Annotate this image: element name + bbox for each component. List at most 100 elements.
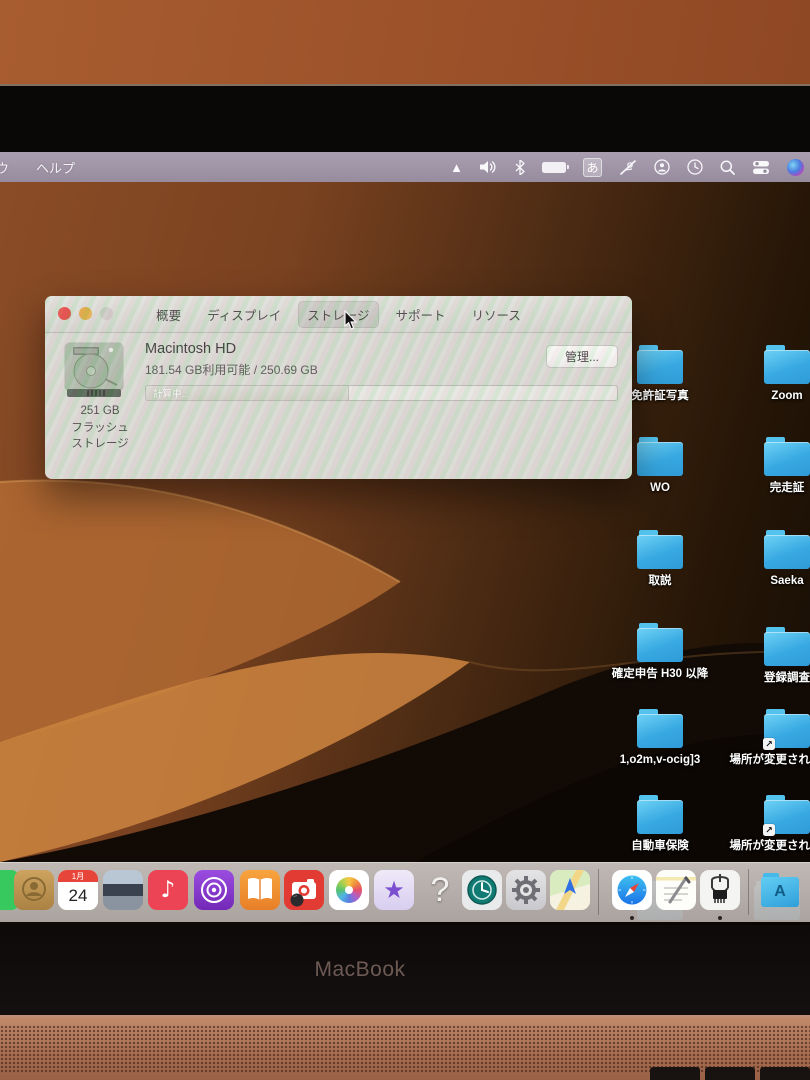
dock-separator [598, 869, 599, 915]
input-source-icon[interactable]: あ [583, 158, 602, 177]
desktop-folder[interactable]: 取説 [595, 535, 725, 589]
folder-icon [637, 350, 683, 384]
macbook-screen: ウ ヘルプ ▲ あ [0, 152, 810, 925]
contacts-icon[interactable] [14, 870, 54, 910]
toggles-icon[interactable] [752, 160, 770, 175]
podcasts-icon[interactable] [194, 870, 234, 910]
macbook-top-bezel [0, 84, 810, 152]
desktop-folder-alias[interactable]: ↗ 場所が変更された項目 [712, 800, 810, 854]
triangle-icon[interactable]: ▲ [450, 160, 463, 175]
tab-support[interactable]: サポート [387, 301, 455, 328]
photo-booth-icon[interactable] [284, 870, 324, 910]
window-tabs: 概要 ディスプレイ ストレージ サポート リソース [147, 301, 530, 328]
desktop-folder[interactable]: 登録調査 [712, 632, 810, 686]
calendar-month: 1月 [58, 870, 98, 882]
photo-of-macbook: ウ ヘルプ ▲ あ [0, 0, 810, 1080]
siri-icon[interactable] [787, 159, 804, 176]
storage-panel: Macintosh HD 181.54 GB利用可能 / 250.69 GB 管… [45, 333, 632, 479]
folder-label: WO [650, 482, 670, 496]
calculating-label: 計算中... [153, 386, 189, 400]
running-indicator-dot [718, 916, 722, 920]
applications-folder-icon[interactable]: A [760, 870, 800, 910]
slashed-status-icon[interactable] [619, 160, 637, 175]
desktop-folder-alias[interactable]: ↗ 場所が変更された項目 [712, 714, 810, 768]
zoom-button-disabled [100, 307, 113, 320]
window-titlebar[interactable]: 概要 ディスプレイ ストレージ サポート リソース [45, 296, 632, 333]
folder-label: 自動車保険 [631, 840, 689, 854]
folder-icon: ↗ [764, 714, 810, 748]
folder-icon [764, 535, 810, 569]
storage-usage-bar: 計算中... [145, 385, 618, 401]
folder-icon [637, 535, 683, 569]
books-icon[interactable] [240, 870, 280, 910]
macbook-brand-label: MacBook [314, 958, 405, 982]
folder-icon [764, 442, 810, 476]
tab-displays[interactable]: ディスプレイ [198, 301, 290, 328]
spotlight-icon[interactable] [720, 160, 735, 175]
applications-folder-glyph: A [761, 877, 799, 907]
missing-app-icon[interactable]: ? [420, 870, 460, 910]
music-icon[interactable]: ♪ [148, 870, 188, 910]
calendar-day: 24 [58, 882, 98, 910]
capacity-line: ストレージ [45, 436, 155, 453]
volume-icon[interactable] [480, 160, 498, 174]
close-button[interactable] [58, 307, 71, 320]
running-indicator-dot [630, 916, 634, 920]
menu-item-help[interactable]: ヘルプ [36, 158, 75, 177]
safari-icon[interactable] [612, 870, 652, 910]
folder-icon [637, 442, 683, 476]
folder-label: 完走証 [770, 482, 805, 496]
folder-label: 場所が変更された項目 [730, 840, 810, 854]
alias-arrow-badge: ↗ [763, 824, 775, 836]
desktop-folder[interactable]: 自動車保険 [595, 800, 725, 854]
tab-resources[interactable]: リソース [463, 301, 530, 328]
tab-storage[interactable]: ストレージ [298, 301, 378, 328]
macbook-body [0, 1015, 810, 1080]
desktop-folder[interactable]: 確定申告 H30 以降 [595, 628, 725, 682]
folder-label: 1,o2m,v-ocig]3 [620, 754, 701, 768]
menu-item-partial[interactable]: ウ [0, 158, 10, 177]
folder-label: 取説 [649, 575, 672, 589]
folder-label: 確定申告 H30 以降 [612, 668, 709, 682]
desktop-folder[interactable]: Zoom [712, 350, 810, 404]
desktop-folder[interactable]: 完走証 [712, 442, 810, 496]
imovie-icon[interactable]: ★ [374, 870, 414, 910]
folder-icon [637, 800, 683, 834]
manage-button[interactable]: 管理... [546, 345, 618, 368]
folder-icon [637, 714, 683, 748]
notes-icon[interactable] [656, 870, 696, 910]
clock-icon[interactable] [687, 159, 703, 175]
folder-label: 場所が変更された項目 [730, 754, 810, 768]
folder-icon: ↗ [764, 800, 810, 834]
maps-icon[interactable] [550, 870, 590, 910]
folder-label: 登録調査 [764, 672, 810, 686]
minimize-button[interactable] [79, 307, 92, 320]
alias-arrow-badge: ↗ [763, 738, 775, 750]
desktop-folder[interactable]: 1,o2m,v-ocig]3 [595, 714, 725, 768]
uninstaller-claw-icon[interactable] [700, 870, 740, 910]
folder-icon [637, 628, 683, 662]
folder-icon [764, 350, 810, 384]
folder-label: Saeka [770, 575, 803, 589]
speaker-grille [0, 1025, 810, 1073]
user-switch-icon[interactable] [654, 159, 670, 175]
dock-separator [748, 869, 749, 915]
system-preferences-icon[interactable] [506, 870, 546, 910]
keyboard-keys [650, 1067, 810, 1080]
mouse-cursor [344, 310, 359, 336]
folder-icon [764, 632, 810, 666]
about-this-mac-window: 概要 ディスプレイ ストレージ サポート リソース [45, 296, 632, 479]
calendar-icon[interactable]: 1月 24 [58, 870, 98, 910]
folder-label: Zoom [771, 390, 802, 404]
bluetooth-icon[interactable] [515, 160, 525, 175]
capacity-line: フラッシュ [45, 420, 155, 437]
time-machine-icon[interactable] [462, 870, 502, 910]
photo-preview-icon[interactable] [103, 870, 143, 910]
tab-overview[interactable]: 概要 [147, 301, 190, 328]
disk-name: Macintosh HD [145, 341, 236, 357]
desktop-folder[interactable]: Saeka [712, 535, 810, 589]
battery-icon[interactable] [542, 162, 566, 173]
disk-capacity-caption: 251 GB フラッシュ ストレージ [45, 403, 155, 453]
photos-icon[interactable] [329, 870, 369, 910]
capacity-line: 251 GB [45, 403, 155, 420]
